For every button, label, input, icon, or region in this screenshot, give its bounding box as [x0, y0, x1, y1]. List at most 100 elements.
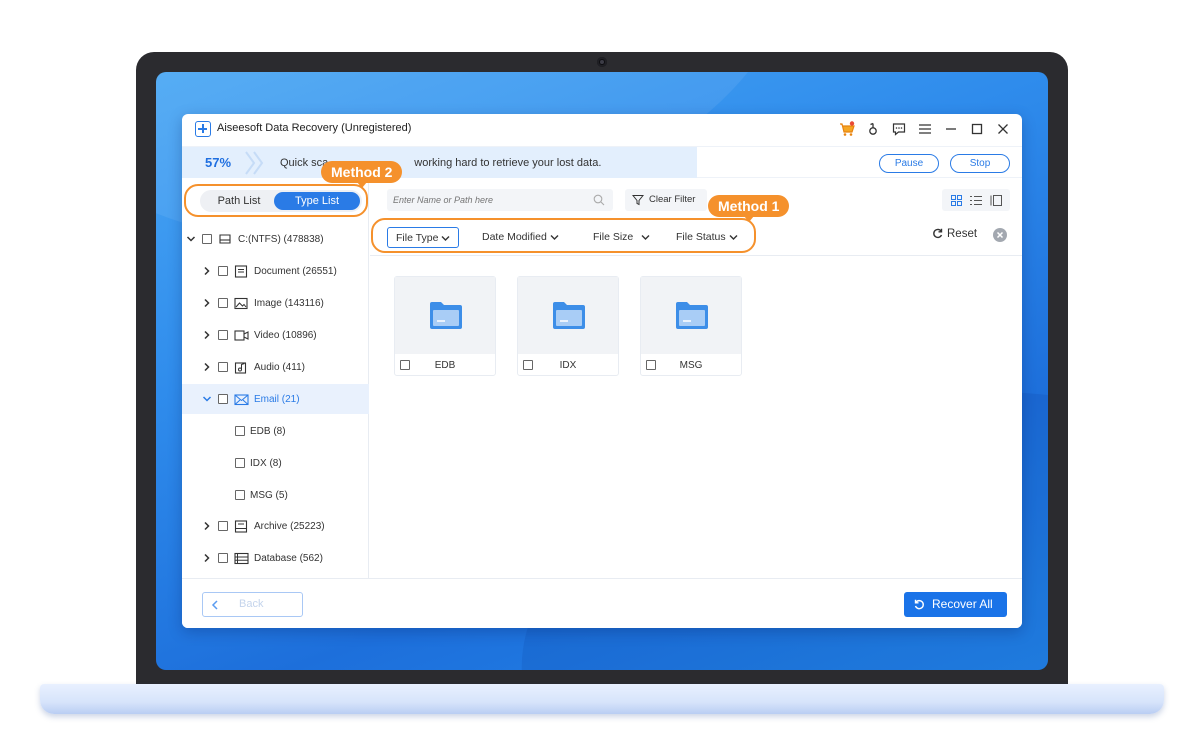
file-card-edb[interactable]: EDB	[394, 276, 496, 376]
tree-item-edb[interactable]: EDB (8)	[182, 416, 369, 446]
tree-item-idx[interactable]: IDX (8)	[182, 448, 369, 478]
stop-button[interactable]: Stop	[950, 154, 1010, 173]
chevron-right-icon[interactable]	[202, 553, 212, 563]
scan-progress-bar: 57% Quick sca working hard to retrieve yo…	[182, 146, 1022, 178]
checkbox[interactable]	[218, 394, 228, 404]
method2-highlight	[184, 184, 368, 217]
recover-all-label: Recover All	[932, 597, 993, 611]
tree-label: Email (21)	[254, 393, 300, 405]
file-name: EDB	[434, 360, 456, 371]
checkbox[interactable]	[218, 266, 228, 276]
refresh-icon	[933, 228, 943, 239]
key-icon[interactable]	[862, 118, 884, 140]
filter-icon	[632, 195, 644, 206]
window-controls	[836, 118, 1014, 140]
tree-item-document[interactable]: Document (26551)	[182, 256, 369, 286]
tree-item-database[interactable]: Database (562)	[182, 543, 369, 573]
tree-item-audio[interactable]: Audio (411)	[182, 352, 369, 382]
title-bar: Aiseesoft Data Recovery (Unregistered)	[182, 114, 1022, 144]
tree-label: MSG (5)	[250, 489, 288, 501]
chevron-right-icon[interactable]	[202, 266, 212, 276]
checkbox[interactable]	[218, 298, 228, 308]
file-thumbnail	[641, 277, 741, 354]
tree-drive-row[interactable]: C:(NTFS) (478838)	[182, 224, 369, 254]
chevron-down-icon[interactable]	[202, 394, 212, 404]
checkbox[interactable]	[202, 234, 212, 244]
tree-label: C:(NTFS) (478838)	[238, 233, 324, 245]
file-thumbnail	[395, 277, 495, 354]
minimize-icon[interactable]	[940, 118, 962, 140]
list-view-icon[interactable]	[969, 193, 983, 207]
chevron-right-icon[interactable]	[202, 330, 212, 340]
close-icon[interactable]	[992, 118, 1014, 140]
chevron-down-icon[interactable]	[186, 234, 196, 244]
maximize-icon[interactable]	[966, 118, 988, 140]
cart-icon[interactable]	[836, 118, 858, 140]
chevron-right-icon[interactable]	[202, 521, 212, 531]
sidebar: Path List Type List C:(NTFS) (478838) Do…	[182, 178, 369, 578]
audio-icon	[234, 361, 247, 374]
app-logo-icon	[195, 121, 211, 137]
checkbox[interactable]	[235, 490, 245, 500]
webcam-icon	[597, 57, 607, 67]
file-card-idx[interactable]: IDX	[517, 276, 619, 376]
image-icon	[234, 297, 248, 309]
reset-label: Reset	[947, 228, 978, 240]
chevron-right-icon[interactable]	[202, 362, 212, 372]
reset-button[interactable]: Reset	[932, 228, 977, 240]
detail-view-icon[interactable]	[989, 193, 1003, 207]
tree-label: EDB (8)	[250, 425, 286, 437]
tree-item-email[interactable]: Email (21)	[182, 384, 369, 414]
video-icon	[234, 329, 249, 341]
tree-label: Image (143116)	[254, 297, 324, 309]
clear-filter-button[interactable]: Clear Filter	[625, 189, 707, 211]
file-name: IDX	[559, 360, 577, 371]
method2-badge: Method 2	[321, 161, 403, 188]
drive-icon	[219, 234, 231, 244]
footer-bar: Back Recover All	[182, 578, 1022, 628]
database-icon	[234, 552, 249, 564]
tree-item-archive[interactable]: Archive (25223)	[182, 511, 369, 541]
menu-icon[interactable]	[914, 118, 936, 140]
tree-label: Video (10896)	[254, 329, 317, 341]
laptop-base	[40, 684, 1164, 714]
checkbox[interactable]	[218, 521, 228, 531]
chevron-right-icon[interactable]	[202, 298, 212, 308]
tree-label: Archive (25223)	[254, 520, 325, 532]
file-card-msg[interactable]: MSG	[640, 276, 742, 376]
feedback-icon[interactable]	[888, 118, 910, 140]
clear-filter-label: Clear Filter	[649, 194, 696, 205]
checkbox[interactable]	[218, 330, 228, 340]
clear-filters-close-icon[interactable]	[993, 228, 1007, 242]
tree-item-video[interactable]: Video (10896)	[182, 320, 369, 350]
document-icon	[234, 264, 248, 278]
app-title: Aiseesoft Data Recovery (Unregistered)	[217, 122, 412, 134]
grid-view-icon[interactable]	[949, 193, 963, 207]
email-icon	[234, 393, 249, 405]
archive-icon	[234, 519, 248, 533]
file-thumbnail	[518, 277, 618, 354]
tree-item-image[interactable]: Image (143116)	[182, 288, 369, 318]
search-icon[interactable]	[593, 194, 605, 206]
progress-percent: 57%	[205, 155, 232, 170]
folder-icon	[676, 302, 708, 329]
method1-highlight	[371, 218, 756, 253]
folder-icon	[430, 302, 462, 329]
tree-item-msg[interactable]: MSG (5)	[182, 480, 369, 510]
checkbox[interactable]	[218, 362, 228, 372]
checkbox[interactable]	[235, 426, 245, 436]
tree-label: Document (26551)	[254, 265, 337, 277]
recover-all-button[interactable]: Recover All	[904, 592, 1007, 617]
search-input[interactable]	[393, 192, 583, 208]
checkbox[interactable]	[218, 553, 228, 563]
tree-label: Audio (411)	[254, 361, 305, 373]
tree-label: Database (562)	[254, 552, 323, 564]
pause-button[interactable]: Pause	[879, 154, 939, 173]
recover-icon	[914, 599, 924, 610]
checkbox[interactable]	[235, 458, 245, 468]
file-name: MSG	[679, 360, 703, 371]
method1-badge: Method 1	[708, 195, 790, 222]
search-box	[387, 189, 613, 211]
folder-icon	[553, 302, 585, 329]
back-button[interactable]: Back	[202, 592, 303, 617]
